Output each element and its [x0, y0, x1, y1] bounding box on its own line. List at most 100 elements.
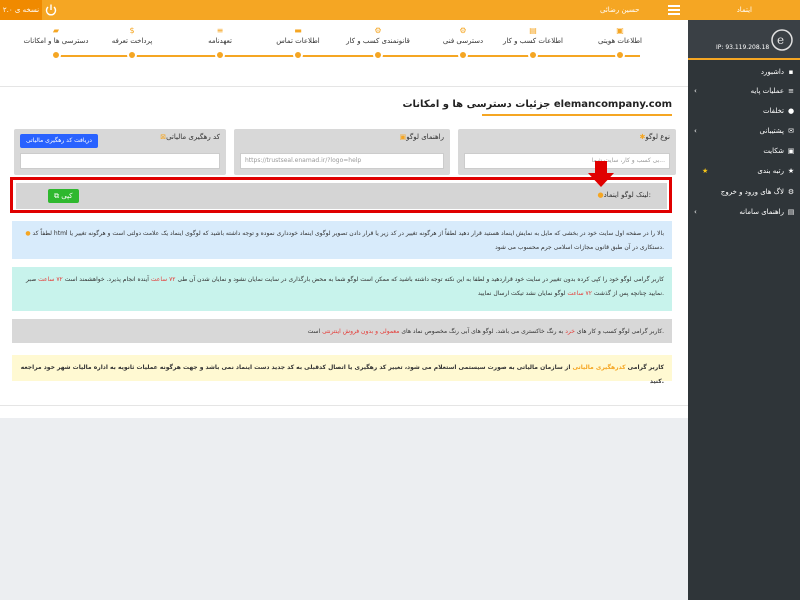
- tax-code-label: کد رهگیری مالیاتی: [166, 133, 220, 141]
- sidebar-item-3[interactable]: ✉ پشتیبانی ‹: [688, 123, 800, 143]
- step-icon: ≡: [216, 26, 224, 35]
- m2-part-b: آینده انجام پذیرد. خواهشمند است: [64, 276, 149, 283]
- complaint-icon: ▣: [787, 147, 795, 155]
- step-label: قانونمندی کسب و کار: [346, 37, 410, 45]
- chevron-left-icon: ‹: [694, 208, 697, 216]
- details-panel: جزئیات دسترسی ها و امکانات elemancompany…: [0, 86, 688, 418]
- sidebar-item-label: رتبه بندی: [757, 167, 784, 175]
- message-icon: ✉: [788, 127, 794, 135]
- step-icon: ▬: [294, 26, 302, 35]
- rating-star-icon: ★: [702, 167, 709, 175]
- step-label: اطلاعات هویتی: [597, 37, 643, 45]
- log-icon: ⚙: [787, 188, 795, 196]
- logo-type-label: نوع لوگو: [645, 133, 670, 141]
- chevron-left-icon: ‹: [694, 87, 697, 95]
- sidebar-header: ایتماد: [688, 0, 800, 20]
- list-icon: ≡: [788, 87, 794, 95]
- m3-red: خرد: [565, 328, 575, 335]
- version-label: نسخه ی ۲.۰: [0, 0, 42, 20]
- sidebar-item-label: پشتیبانی: [759, 127, 784, 135]
- alert-icon: ●: [787, 107, 795, 115]
- step-icon: ▣: [616, 26, 624, 35]
- sidebar-item-0[interactable]: ▪ داشبورد: [688, 64, 800, 84]
- sidebar-item-1[interactable]: ≡ عملیات پایه ‹: [688, 83, 800, 103]
- sidebar-item-5[interactable]: ★ رتبه بندی ★: [688, 163, 800, 183]
- tax-code-card: ⊠کد رهگیری مالیاتی دریافت کد رهگیری مالی…: [14, 129, 226, 175]
- power-icon[interactable]: [44, 3, 58, 17]
- sidebar-item-7[interactable]: ▤ راهنمای سامانه ‹: [688, 204, 800, 224]
- m2-part-a: کاربر گرامی لوگو خود را کپی کرده بدون تغ…: [177, 276, 664, 283]
- logo-guide-field[interactable]: https://trustseal.enamad.ir/?logo=help: [240, 153, 444, 169]
- step-dot[interactable]: [615, 50, 625, 60]
- chevron-left-icon: ‹: [694, 127, 697, 135]
- info-message-1: ● لطفاً کد html بالا را در صفحه اول سایت…: [12, 221, 672, 259]
- title-underline: [482, 114, 672, 116]
- m2-hours: ۷۲ ساعت: [150, 276, 176, 283]
- step-icon: ⚙: [374, 26, 382, 35]
- sidebar-item-label: تخلفات: [762, 107, 784, 115]
- step-icon: ▰: [52, 26, 60, 35]
- stepper-line: [60, 55, 640, 57]
- step-dot[interactable]: [215, 50, 225, 60]
- guide-icon: ▤: [787, 208, 795, 216]
- sidebar-profile: e IP: 93.119.208.18: [688, 20, 800, 60]
- logo-type-card: ✱نوع لوگو بی کسب و کار، سایت شما...: [458, 129, 676, 175]
- m3-red-2: معمولی و بدون فروش اینترنتی: [322, 328, 400, 335]
- step-7[interactable]: ▰ دسترسی ها و امکانات: [11, 26, 101, 45]
- m2-hours-2: ۷۲ ساعت: [38, 276, 63, 283]
- menu-toggle-icon[interactable]: [668, 5, 680, 15]
- sidebar-item-label: داشبورد: [760, 68, 784, 76]
- ip-address: IP: 93.119.208.18: [716, 44, 770, 51]
- arrow-down-icon: [588, 161, 614, 187]
- step-label: دسترسی ها و امکانات: [23, 37, 89, 45]
- m3-part-a: کاربر گرامی لوگو کسب و کار های: [576, 328, 663, 335]
- logo-type-field[interactable]: بی کسب و کار، سایت شما...: [464, 153, 670, 169]
- sidebar-item-label: راهنمای سامانه: [739, 208, 784, 216]
- step-dot[interactable]: [528, 50, 538, 60]
- page-title: جزئیات دسترسی ها و امکانات elemancompany…: [402, 99, 673, 110]
- step-2[interactable]: ⚙ دسترسی فنی: [418, 26, 508, 45]
- step-dot[interactable]: [127, 50, 137, 60]
- step-5[interactable]: ≡ تعهدنامه: [175, 26, 265, 45]
- user-name[interactable]: حسین رضائی: [600, 0, 639, 20]
- sidebar-item-label: شکایت: [763, 147, 784, 155]
- sidebar: ایتماد e IP: 93.119.208.18 ▪ داشبورد ≡ عملی…: [688, 0, 800, 600]
- info-message-2: کاربر گرامی لوگو خود را کپی کرده بدون تغ…: [12, 267, 672, 311]
- m3-part-b: به رنگ خاکستری می باشد. لوگو های آبی رنگ…: [401, 328, 564, 335]
- star-icon: ★: [787, 167, 795, 175]
- step-label: اطلاعات تماس: [276, 37, 320, 45]
- step-dot[interactable]: [293, 50, 303, 60]
- step-icon: ⚙: [459, 26, 467, 35]
- sidebar-item-6[interactable]: ⚙ لاگ های ورود و خروج: [688, 184, 800, 204]
- get-tax-code-button[interactable]: دریافت کد رهگیری مالیاتی: [20, 134, 98, 148]
- app-root: ایتماد e IP: 93.119.208.18 ▪ داشبورد ≡ عملی…: [0, 0, 800, 600]
- step-label: دسترسی فنی: [442, 37, 484, 45]
- step-dot[interactable]: [373, 50, 383, 60]
- step-3[interactable]: ⚙ قانونمندی کسب و کار: [333, 26, 423, 45]
- info-message-4: کاربر گرامی کدرهگیری مالیاتی از سازمان م…: [12, 355, 672, 385]
- sidebar-title: ایتماد: [736, 6, 752, 14]
- m4-orange: کدرهگیری مالیاتی: [572, 364, 626, 371]
- topbar: نسخه ی ۲.۰ حسین رضائی: [0, 0, 688, 20]
- main-content: ▣ اطلاعات هویتی ▤ اطلاعات کسب و کار ⚙ دسترسی …: [0, 20, 688, 600]
- sidebar-item-2[interactable]: ● تخلفات: [688, 103, 800, 123]
- m4-part-a: کاربر گرامی: [627, 364, 664, 371]
- logo-guide-label: راهنمای لوگو: [406, 133, 444, 141]
- info-message-3: کاربر گرامی لوگو کسب و کار های خرد به رن…: [12, 319, 672, 343]
- sidebar-item-label: عملیات پایه: [750, 87, 784, 95]
- step-dot[interactable]: [458, 50, 468, 60]
- step-dot[interactable]: [51, 50, 61, 60]
- m4-part-b: از سازمان مالیاتی به صورت سیستمی استعلام…: [20, 364, 664, 385]
- step-0[interactable]: ▣ اطلاعات هویتی: [575, 26, 665, 45]
- svg-text:e: e: [777, 33, 784, 47]
- stepper: ▣ اطلاعات هویتی ▤ اطلاعات کسب و کار ⚙ دسترسی …: [0, 20, 688, 86]
- divider: [0, 405, 688, 406]
- sidebar-item-4[interactable]: ▣ شکایت: [688, 143, 800, 163]
- dashboard-icon: ▪: [788, 68, 794, 76]
- sidebar-item-label: لاگ های ورود و خروج: [720, 188, 784, 196]
- brand-logo: e: [771, 29, 793, 51]
- tax-code-field[interactable]: [20, 153, 220, 169]
- m2-hours-3: ۷۲ ساعت: [567, 290, 592, 297]
- step-4[interactable]: ▬ اطلاعات تماس: [253, 26, 343, 45]
- logo-guide-card: ▣راهنمای لوگو https://trustseal.enamad.i…: [234, 129, 450, 175]
